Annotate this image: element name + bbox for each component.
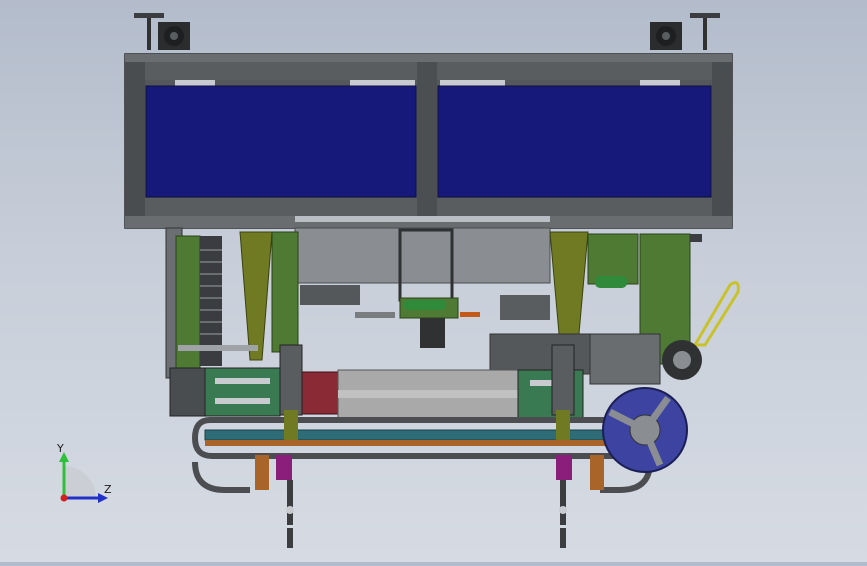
left-side-assembly [165,227,299,379]
z-axis-label: Z [104,483,112,496]
cad-viewport[interactable] [0,0,867,562]
drive-wheel [602,387,688,473]
right-blue-panel [437,85,712,198]
bottom-brackets [255,455,604,490]
y-axis-label: Y [57,442,64,455]
horizontal-slide [169,367,584,419]
triad-quadrant [64,466,96,498]
left-caster [134,13,190,50]
left-vertical-actuator [276,344,303,548]
left-blue-panel [145,85,417,198]
triad-axes [59,452,108,503]
right-vertical-actuator [551,344,575,548]
assembly-model[interactable] [0,0,867,562]
right-caster [650,13,720,50]
triad-origin [60,494,68,502]
coordinate-triad: Y Z [44,440,124,510]
